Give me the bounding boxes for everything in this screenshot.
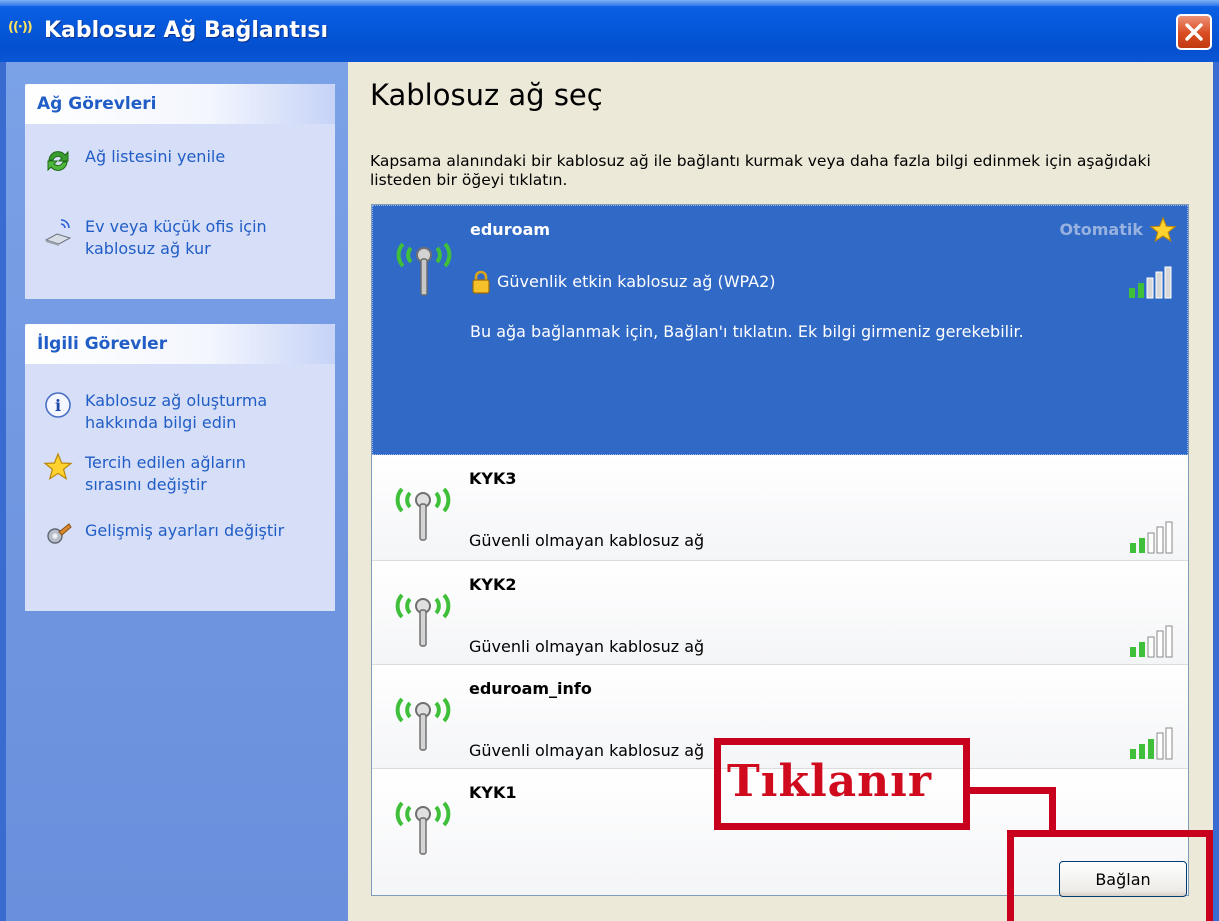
window-title: Kablosuz Ağ Bağlantısı xyxy=(44,18,329,43)
security-status: Güvenli olmayan kablosuz ağ xyxy=(469,531,705,550)
network-name: KYK1 xyxy=(469,783,517,802)
wireless-network-icon: ((·)) xyxy=(8,20,33,35)
antenna-icon xyxy=(395,697,451,751)
related-tasks-box: İlgili Görevler i Kablosuz ağ oluşturma … xyxy=(25,324,335,611)
annotation-connector-vertical xyxy=(1049,787,1056,833)
signal-strength-icon xyxy=(1130,727,1173,760)
refresh-icon xyxy=(47,150,69,172)
related-tasks-header: İlgili Görevler xyxy=(25,324,335,364)
annotation-connector-horizontal xyxy=(964,787,1056,794)
lock-icon xyxy=(472,270,490,294)
close-icon xyxy=(1185,23,1203,41)
learn-wireless-setup-label: Kablosuz ağ oluşturma hakkında bilgi edi… xyxy=(85,391,268,432)
network-row-kyk3[interactable]: KYK3 Güvenli olmayan kablosuz ağ xyxy=(372,455,1188,561)
info-icon: i xyxy=(45,392,71,418)
security-status: Güvenli olmayan kablosuz ağ xyxy=(469,637,705,656)
settings-icon xyxy=(47,523,72,544)
annotation-target-box xyxy=(1007,830,1213,921)
task-pane: Ağ Görevleri Ağ listesini yenile Ev veya… xyxy=(6,62,348,921)
star-icon xyxy=(43,452,73,480)
antenna-icon xyxy=(395,487,451,541)
network-row-eduroam[interactable]: eduroam Otomatik Güvenlik etkin kablosuz… xyxy=(372,205,1188,455)
related-tasks-title: İlgili Görevler xyxy=(37,334,168,354)
network-name: eduroam xyxy=(470,220,551,239)
network-tasks-header: Ağ Görevleri xyxy=(25,84,335,124)
annotation-label: Tıklanır xyxy=(727,756,933,807)
setup-wireless-network-link[interactable]: Ev veya küçük ofis için kablosuz ağ kur xyxy=(25,216,335,260)
signal-strength-icon xyxy=(1130,625,1173,658)
advanced-settings-link[interactable]: Gelişmiş ayarları değiştir xyxy=(25,520,335,550)
change-preferred-order-link[interactable]: Tercih edilen ağların sırasını değiştir xyxy=(25,452,335,496)
refresh-network-list-link[interactable]: Ağ listesini yenile xyxy=(25,146,335,176)
title-bar-highlight xyxy=(0,0,1219,6)
advanced-settings-label: Gelişmiş ayarları değiştir xyxy=(85,521,285,540)
preferred-star-icon xyxy=(1149,216,1177,243)
page-title: Kablosuz ağ seç xyxy=(370,78,603,112)
network-tasks-title: Ağ Görevleri xyxy=(37,94,157,114)
auto-connect-label: Otomatik xyxy=(1059,220,1143,239)
title-bar[interactable]: ((·)) Kablosuz Ağ Bağlantısı xyxy=(0,0,1219,62)
network-tasks-box: Ağ Görevleri Ağ listesini yenile Ev veya… xyxy=(25,84,335,299)
antenna-icon xyxy=(395,801,451,855)
signal-strength-icon xyxy=(1130,521,1173,554)
setup-wireless-network-label: Ev veya küçük ofis için kablosuz ağ kur xyxy=(85,217,267,258)
change-preferred-order-label: Tercih edilen ağların sırasını değiştir xyxy=(85,453,246,494)
antenna-icon xyxy=(395,593,451,647)
network-row-kyk2[interactable]: KYK2 Güvenli olmayan kablosuz ağ xyxy=(372,561,1188,665)
network-name: eduroam_info xyxy=(469,679,592,698)
network-name: KYK2 xyxy=(469,575,517,594)
connect-hint: Bu ağa bağlanmak için, Bağlan'ı tıklatın… xyxy=(470,322,1024,341)
security-status: Güvenlik etkin kablosuz ağ (WPA2) xyxy=(497,272,776,291)
refresh-network-list-label: Ağ listesini yenile xyxy=(85,147,226,166)
learn-wireless-setup-link[interactable]: i Kablosuz ağ oluşturma hakkında bilgi e… xyxy=(25,390,335,434)
svg-text:i: i xyxy=(55,396,61,415)
wireless-setup-icon xyxy=(44,219,72,246)
signal-strength-icon xyxy=(1129,266,1172,299)
close-button[interactable] xyxy=(1176,14,1212,50)
network-name: KYK3 xyxy=(469,469,517,488)
instructions-text: Kapsama alanındaki bir kablosuz ağ ile b… xyxy=(370,152,1151,189)
security-status: Güvenli olmayan kablosuz ağ xyxy=(469,741,705,760)
antenna-icon xyxy=(396,242,452,296)
